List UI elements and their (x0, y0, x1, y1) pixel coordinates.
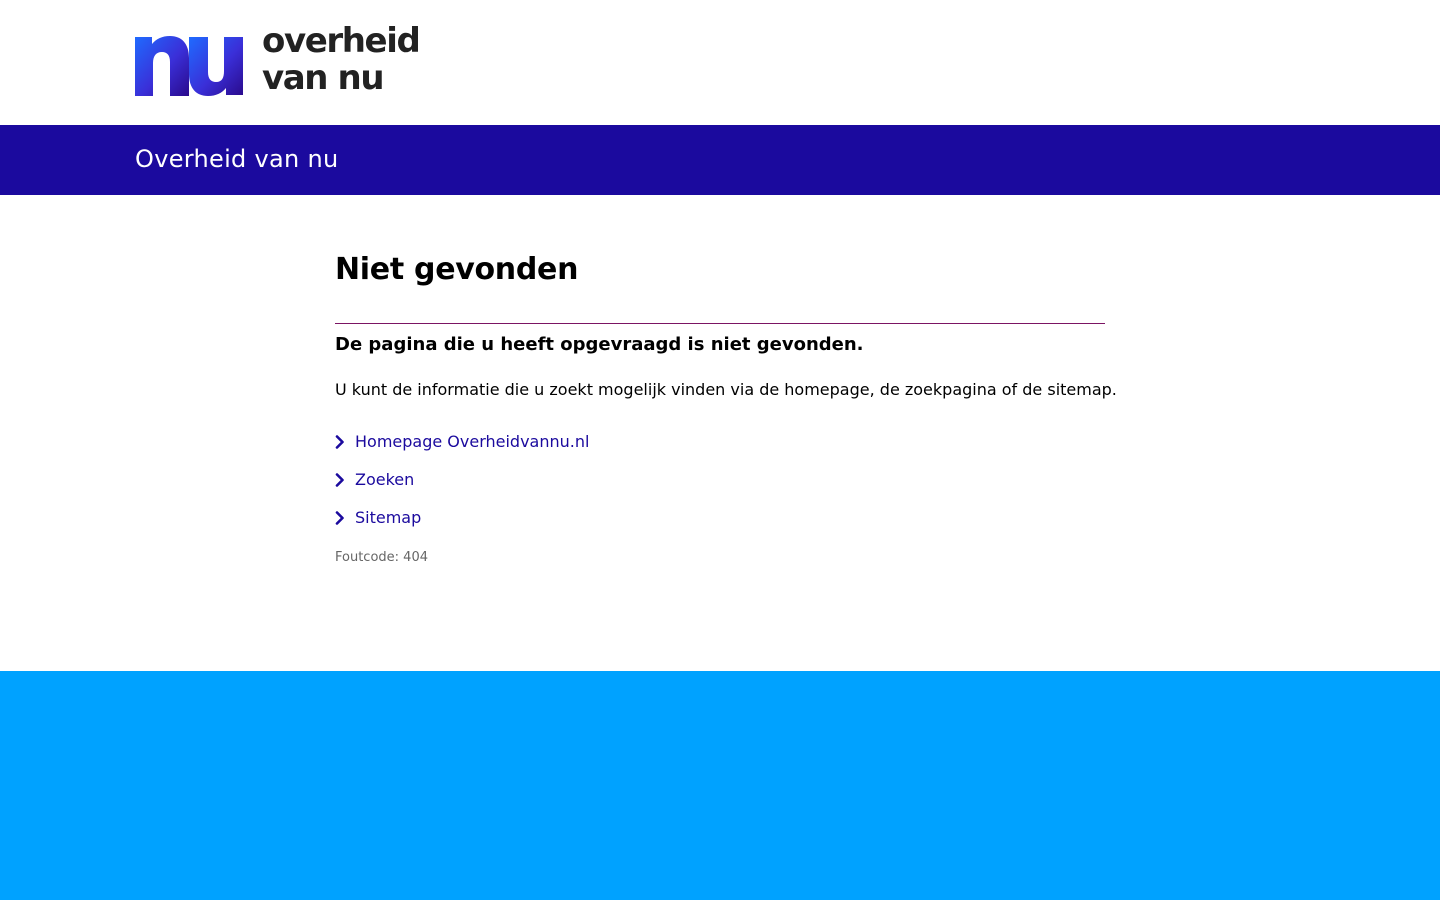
chevron-right-icon (335, 473, 355, 487)
link-list: Homepage Overheidvannu.nl Zoeken Sitemap (335, 423, 589, 537)
nu-logo-icon (135, 36, 243, 96)
site-header: overheid van nu (0, 0, 1440, 125)
error-code: Foutcode: 404 (335, 550, 428, 565)
list-item: Homepage Overheidvannu.nl (335, 423, 589, 461)
logo-wordmark: overheid van nu (262, 21, 421, 98)
main-content: Niet gevonden De pagina die u heeft opge… (0, 195, 1440, 671)
site-logo[interactable]: overheid van nu (135, 21, 435, 98)
list-item: Zoeken (335, 461, 589, 499)
site-footer (0, 671, 1440, 900)
site-banner: Overheid van nu (0, 125, 1440, 195)
sitemap-link[interactable]: Sitemap (355, 506, 421, 530)
list-item: Sitemap (335, 499, 589, 537)
info-text: U kunt de informatie die u zoekt mogelij… (335, 380, 1117, 399)
site-title: Overheid van nu (135, 145, 339, 173)
chevron-right-icon (335, 435, 355, 449)
page-title: Niet gevonden (335, 252, 579, 287)
logo-line-2: van nu (262, 58, 385, 98)
search-link[interactable]: Zoeken (355, 468, 414, 492)
chevron-right-icon (335, 511, 355, 525)
logo-line-1: overheid (262, 21, 421, 61)
homepage-link[interactable]: Homepage Overheidvannu.nl (355, 430, 589, 454)
divider (335, 323, 1105, 324)
lead-text: De pagina die u heeft opgevraagd is niet… (335, 334, 864, 355)
